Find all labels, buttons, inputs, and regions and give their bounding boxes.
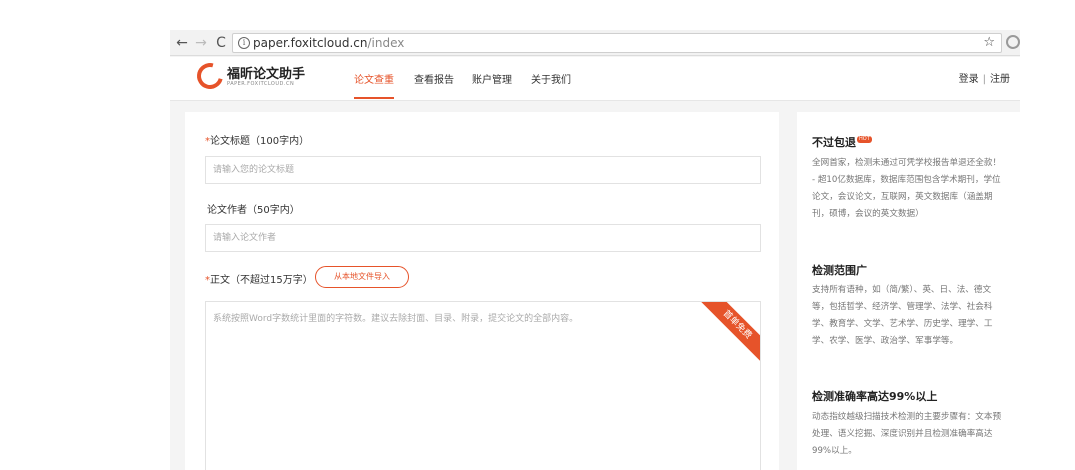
nav-item-view-report[interactable]: 查看报告 xyxy=(414,71,454,86)
nav-item-paper-check[interactable]: 论文查重 xyxy=(354,71,394,86)
nav-item-about[interactable]: 关于我们 xyxy=(531,71,571,86)
body-label: *正文（不超过15万字） xyxy=(205,271,313,286)
auth-links: 登录 | 注册 xyxy=(959,70,1010,85)
import-local-file-button[interactable]: 从本地文件导入 xyxy=(315,266,409,288)
address-bar[interactable]: i paper.foxitcloud.cn/index ☆ xyxy=(232,33,1002,53)
title-label: *论文标题（100字内） xyxy=(205,132,309,147)
register-link[interactable]: 注册 xyxy=(990,74,1010,85)
info-icon[interactable]: i xyxy=(238,37,250,49)
accuracy-title: 检测准确率高达99%以上 xyxy=(812,390,938,403)
login-link[interactable]: 登录 xyxy=(959,74,979,85)
accuracy-text: 动态指纹越级扫描技术检测的主要步骤有：文本预处理、语义挖掘、深度识别并且检测准确… xyxy=(812,412,1002,456)
nav-item-account[interactable]: 账户管理 xyxy=(472,71,512,86)
body-label-text: 正文（不超过15万字） xyxy=(210,275,313,286)
body-placeholder: 系统按照Word字数统计里面的字符数。建议去除封面、目录、附录，提交论文的全部内… xyxy=(213,314,579,324)
browser-toolbar: ← → C i paper.foxitcloud.cn/index ☆ xyxy=(170,30,1020,56)
forward-arrow-icon[interactable]: → xyxy=(192,34,210,52)
refund-title: 不过包退 HOT xyxy=(812,134,872,150)
ribbon-text: 首单免费 xyxy=(701,302,760,361)
title-input[interactable]: 请输入您的论文标题 xyxy=(205,156,761,184)
auth-separator: | xyxy=(982,74,986,85)
refund-title-text: 不过包退 xyxy=(812,136,856,149)
first-order-free-ribbon: 首单免费 xyxy=(701,302,760,361)
author-label: 论文作者（50字内） xyxy=(207,205,300,216)
url-host: paper.foxitcloud.cn xyxy=(253,36,368,50)
extension-icon[interactable] xyxy=(1006,35,1020,49)
features-panel: 不过包退 HOT 全网首家，检测未通过可凭学校报告单退还全款！ - 超10亿数据库… xyxy=(797,112,1020,470)
browser-window: ← → C i paper.foxitcloud.cn/index ☆ 福昕论文… xyxy=(170,30,1020,470)
logo-name[interactable]: 福昕论文助手 xyxy=(227,63,305,82)
foxit-logo-icon[interactable] xyxy=(192,58,228,94)
back-arrow-icon[interactable]: ← xyxy=(173,34,191,52)
reload-icon[interactable]: C xyxy=(212,34,230,52)
screenshot-stage: ← → C i paper.foxitcloud.cn/index ☆ 福昕论文… xyxy=(0,0,1075,470)
submission-form: *论文标题（100字内） 请输入您的论文标题 论文作者（50字内） 请输入论文作… xyxy=(185,112,779,470)
site-header: 福昕论文助手 PAPER.FOXITCLOUD.CN 论文查重 查看报告 账户管… xyxy=(170,57,1020,101)
logo-subtitle: PAPER.FOXITCLOUD.CN xyxy=(227,81,295,87)
body-textarea[interactable]: 系统按照Word字数统计里面的字符数。建议去除封面、目录、附录，提交论文的全部内… xyxy=(205,301,761,470)
bookmark-star-icon[interactable]: ☆ xyxy=(983,34,995,52)
scope-text: 支持所有语种，如（简/繁）、英、日、法、德文等，包括哲学、经济学、管理学、法学、… xyxy=(812,285,993,346)
author-input[interactable]: 请输入论文作者 xyxy=(205,224,761,252)
nav-active-underline xyxy=(354,97,394,99)
title-label-text: 论文标题（100字内） xyxy=(210,136,310,147)
refund-text: 全网首家，检测未通过可凭学校报告单退还全款！ - 超10亿数据库，数据库范围包含… xyxy=(812,158,1002,219)
scope-title: 检测范围广 xyxy=(812,264,867,277)
hot-badge: HOT xyxy=(857,136,872,143)
url-path: /index xyxy=(367,36,405,50)
